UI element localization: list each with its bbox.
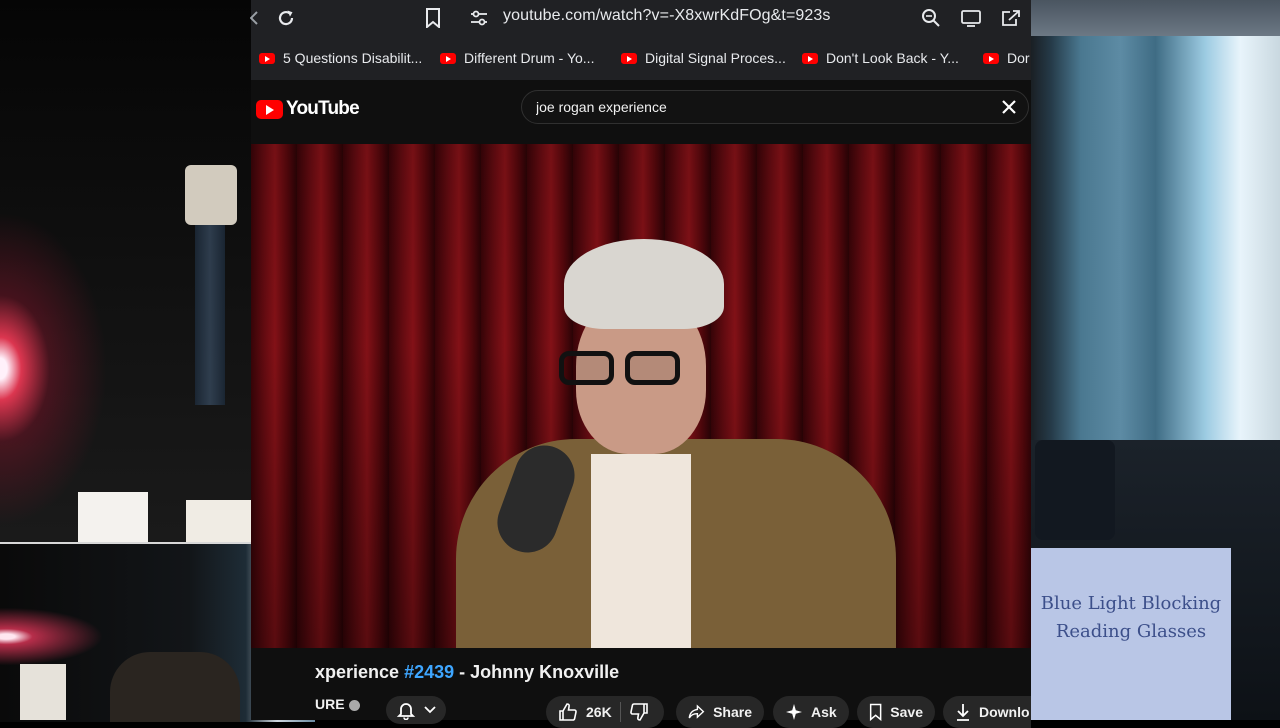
video-player[interactable] bbox=[251, 144, 1031, 648]
share-label: Share bbox=[713, 704, 752, 720]
share-page-icon[interactable] bbox=[999, 6, 1023, 30]
youtube-favicon-icon bbox=[259, 52, 275, 64]
youtube-header: YouTube bbox=[251, 80, 1031, 144]
save-label: Save bbox=[890, 704, 923, 720]
glasses-lens bbox=[559, 351, 614, 385]
save-button[interactable]: Save bbox=[857, 696, 935, 728]
bookmark-item[interactable]: 5 Questions Disabilit... bbox=[259, 50, 422, 66]
bottle-shape bbox=[185, 165, 237, 225]
ceiling bbox=[1031, 0, 1280, 36]
bookmark-item[interactable]: Digital Signal Proces... bbox=[621, 50, 786, 66]
reload-icon[interactable] bbox=[273, 5, 299, 31]
webcam-right-scene: Blue Light Blocking Reading Glasses bbox=[1031, 0, 1280, 720]
bottle-neck-shape bbox=[195, 225, 225, 405]
youtube-logo-text: YouTube bbox=[286, 98, 360, 119]
youtube-favicon-icon bbox=[621, 52, 637, 64]
youtube-logo[interactable]: YouTube bbox=[256, 98, 360, 120]
search-input[interactable] bbox=[536, 91, 976, 123]
share-arrow-icon bbox=[688, 704, 705, 719]
ask-label: Ask bbox=[811, 704, 837, 720]
bookmarks-bar: 5 Questions Disabilit... Different Drum … bbox=[251, 36, 1031, 80]
youtube-play-icon bbox=[256, 99, 283, 119]
lamp-shape bbox=[78, 492, 148, 542]
sparkle-icon bbox=[786, 704, 802, 720]
glasses-box-text: Blue Light Blocking Reading Glasses bbox=[1031, 590, 1231, 646]
video-title: xperience #2439 - Johnny Knoxville bbox=[315, 662, 619, 683]
bookmark-icon[interactable] bbox=[421, 5, 445, 31]
address-bar-url[interactable]: youtube.com/watch?v=-X8xwrKdFOg&t=923s bbox=[503, 7, 831, 25]
browser-toolbar: youtube.com/watch?v=-X8xwrKdFOg&t=923s bbox=[249, 0, 1031, 36]
guest-shirt bbox=[591, 454, 691, 648]
bookmark-item[interactable]: Dor bbox=[983, 50, 1030, 66]
save-bookmark-icon bbox=[869, 703, 882, 722]
chair-shape bbox=[1035, 440, 1115, 540]
lamp-shape bbox=[186, 500, 251, 542]
glasses-box-line1: Blue Light Blocking bbox=[1040, 593, 1222, 614]
like-dislike-group: 26K bbox=[546, 696, 664, 728]
download-label: Downlo bbox=[979, 704, 1030, 720]
youtube-favicon-icon bbox=[440, 52, 456, 64]
bookmark-label: Digital Signal Proces... bbox=[645, 50, 786, 66]
download-icon bbox=[957, 704, 969, 721]
site-settings-icon[interactable] bbox=[467, 6, 491, 30]
video-guest bbox=[456, 239, 896, 648]
guest-hair bbox=[564, 239, 724, 329]
video-title-suffix: - Johnny Knoxville bbox=[454, 662, 620, 682]
search-box bbox=[521, 90, 1029, 124]
video-title-prefix: xperience bbox=[315, 662, 405, 682]
bookmark-label: Different Drum - Yo... bbox=[464, 50, 595, 66]
person-silhouette bbox=[110, 652, 240, 722]
bookmark-label: Don't Look Back - Y... bbox=[826, 50, 959, 66]
bookmark-item[interactable]: Different Drum - Yo... bbox=[440, 50, 594, 66]
bookmark-label: 5 Questions Disabilit... bbox=[283, 50, 423, 66]
youtube-favicon-icon bbox=[983, 52, 999, 64]
dislike-icon[interactable] bbox=[629, 702, 649, 722]
share-button[interactable]: Share bbox=[676, 696, 764, 728]
channel-name-text: URE bbox=[315, 696, 345, 712]
webcam-left-scene bbox=[0, 0, 251, 542]
channel-name[interactable]: URE bbox=[315, 696, 360, 712]
glasses-box-line2: Reading Glasses bbox=[1055, 621, 1207, 642]
browser-window: youtube.com/watch?v=-X8xwrKdFOg&t=923s 5… bbox=[249, 0, 1031, 728]
back-chevron-icon[interactable] bbox=[249, 8, 259, 28]
like-count[interactable]: 26K bbox=[586, 704, 612, 720]
lamp-shape bbox=[20, 664, 66, 720]
verified-icon bbox=[348, 699, 360, 711]
download-button[interactable]: Downlo bbox=[943, 696, 1031, 728]
like-icon[interactable] bbox=[558, 702, 578, 722]
like-divider bbox=[619, 702, 621, 722]
install-app-icon[interactable] bbox=[959, 6, 983, 30]
glasses-lens bbox=[625, 351, 680, 385]
zoom-icon[interactable] bbox=[919, 6, 943, 30]
bookmark-label: Dor bbox=[1007, 50, 1030, 66]
bell-icon bbox=[396, 703, 416, 720]
ask-button[interactable]: Ask bbox=[773, 696, 849, 728]
clear-search-icon[interactable] bbox=[998, 96, 1020, 118]
video-hashtag-link[interactable]: #2439 bbox=[404, 662, 454, 682]
bookmark-item[interactable]: Don't Look Back - Y... bbox=[802, 50, 959, 66]
guest-glasses bbox=[559, 351, 689, 385]
youtube-favicon-icon bbox=[802, 52, 818, 64]
chevron-down-icon bbox=[424, 706, 436, 714]
